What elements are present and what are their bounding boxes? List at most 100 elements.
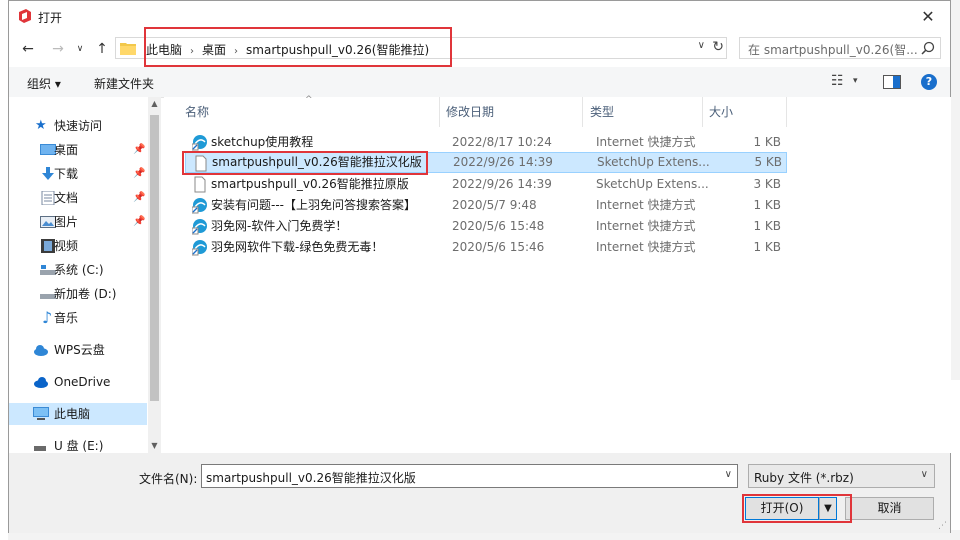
folder-icon [120, 43, 136, 55]
search-box[interactable]: 在 smartpushpull_v0.26(智... [739, 37, 941, 59]
pin-icon[interactable]: 📌 [133, 211, 145, 233]
forward-button[interactable]: → [47, 39, 69, 59]
sketchup-app-icon [19, 9, 31, 23]
refresh-icon[interactable]: ↻ [712, 39, 724, 55]
cancel-button[interactable]: 取消 [845, 497, 934, 520]
nav-item-wps-cloud[interactable]: WPS云盘 [9, 339, 147, 361]
file-date: 2022/8/17 10:24 [452, 135, 552, 149]
nav-item-this-pc[interactable]: 此电脑 [9, 403, 147, 425]
file-row[interactable]: sketchup使用教程 2022/8/17 10:24 Internet 快捷… [185, 132, 787, 153]
file-name: smartpushpull_v0.26智能推拉汉化版 [212, 155, 422, 169]
internet-shortcut-icon [192, 219, 207, 235]
dropdown-arrow-icon: ▼ [824, 503, 832, 514]
nav-item-usb-drive[interactable]: U 盘 (E:) [9, 435, 147, 453]
nav-item-documents[interactable]: 文档 📌 [9, 187, 147, 209]
recent-locations-button[interactable]: ∨ [69, 39, 91, 59]
column-divider[interactable] [439, 97, 440, 127]
navigation-scrollbar[interactable]: ▲ ▼ [148, 97, 161, 453]
open-options-button[interactable]: ▼ [819, 497, 837, 520]
nav-item-label: OneDrive [54, 375, 111, 389]
computer-icon [33, 407, 49, 420]
nav-item-music[interactable]: ♪ 音乐 [9, 307, 147, 329]
pin-icon[interactable]: 📌 [133, 163, 145, 185]
file-icon [194, 176, 206, 193]
file-date: 2022/9/26 14:39 [452, 177, 552, 191]
sort-ascending-icon: ^ [305, 95, 313, 105]
column-header-type[interactable]: 类型 [590, 97, 614, 127]
file-date: 2020/5/7 9:48 [452, 198, 537, 212]
nav-item-label: 视频 [54, 239, 79, 253]
file-size: 3 KB [753, 177, 781, 191]
search-icon [921, 41, 935, 55]
filename-value: smartpushpull_v0.26智能推拉汉化版 [206, 471, 416, 485]
scrollbar-thumb[interactable] [150, 115, 159, 401]
organize-button[interactable]: 组织 ▾ [27, 75, 61, 92]
title-bar: 打开 ✕ [9, 1, 950, 32]
pin-icon[interactable]: 📌 [133, 187, 145, 209]
new-folder-button[interactable]: 新建文件夹 [94, 75, 154, 92]
file-row[interactable]: 羽免网-软件入门免费学！ 2020/5/6 15:48 Internet 快捷方… [185, 216, 787, 237]
close-button[interactable]: ✕ [906, 1, 950, 32]
nav-item-label: 桌面 [54, 143, 79, 157]
breadcrumb-desktop[interactable]: 桌面 [202, 43, 226, 57]
breadcrumb-current-folder[interactable]: smartpushpull_v0.26(智能推拉) [246, 43, 429, 57]
up-button[interactable]: ↑ [91, 39, 113, 59]
window-title: 打开 [38, 11, 63, 25]
column-header-name[interactable]: 名称 [185, 97, 209, 127]
file-type: Internet 快捷方式 [596, 198, 696, 212]
filename-input[interactable]: smartpushpull_v0.26智能推拉汉化版 ∨ [201, 464, 738, 488]
nav-item-quick-access[interactable]: ★ 快速访问 [9, 115, 147, 137]
file-row[interactable]: 安装有问题---【上羽免问答搜索答案】 2020/5/7 9:48 Intern… [185, 195, 787, 216]
resize-grip-icon[interactable]: ⋰ [938, 521, 947, 531]
open-button[interactable]: 打开(O) [745, 497, 819, 520]
open-file-dialog: 打开 ✕ ← → ∨ ↑ 此电脑 › 桌面 › smartpushpull_v0.26(… [8, 0, 951, 533]
column-divider[interactable] [702, 97, 703, 127]
file-row[interactable]: smartpushpull_v0.26智能推拉原版 2022/9/26 14:3… [185, 174, 787, 195]
back-button[interactable]: ← [17, 39, 39, 59]
column-header-size[interactable]: 大小 [709, 97, 733, 127]
address-dropdown-icon[interactable]: ∨ [698, 40, 705, 51]
column-divider[interactable] [786, 97, 787, 127]
nav-item-downloads[interactable]: 下载 📌 [9, 163, 147, 185]
nav-item-pictures[interactable]: 图片 📌 [9, 211, 147, 233]
scroll-down-icon[interactable]: ▼ [148, 439, 161, 453]
nav-item-videos[interactable]: 视频 [9, 235, 147, 257]
address-bar[interactable]: 此电脑 › 桌面 › smartpushpull_v0.26(智能推拉) ∨ ↻ [115, 37, 727, 59]
nav-item-label: 图片 [54, 215, 79, 229]
chevron-down-icon[interactable]: ∨ [725, 469, 732, 480]
file-type: Internet 快捷方式 [596, 240, 696, 254]
file-date: 2022/9/26 14:39 [453, 155, 553, 169]
file-row-selected[interactable]: smartpushpull_v0.26智能推拉汉化版 2022/9/26 14:… [185, 152, 787, 173]
star-icon: ★ [35, 118, 47, 133]
column-header-date[interactable]: 修改日期 [446, 97, 494, 127]
scroll-up-icon[interactable]: ▲ [148, 97, 161, 111]
nav-item-label: 系统 (C:) [54, 263, 104, 277]
nav-item-desktop[interactable]: 桌面 📌 [9, 139, 147, 161]
internet-shortcut-icon [192, 240, 207, 256]
column-divider[interactable] [582, 97, 583, 127]
cloud-icon [34, 377, 48, 388]
file-row[interactable]: 羽免网软件下载-绿色免费无毒！ 2020/5/6 15:46 Internet … [185, 237, 787, 258]
pin-icon[interactable]: 📌 [133, 139, 145, 161]
preview-pane-icon[interactable] [883, 75, 901, 89]
file-type: SketchUp Extens... [596, 177, 708, 191]
filetype-select[interactable]: Ruby 文件 (*.rbz) ∨ [748, 464, 935, 488]
file-size: 5 KB [754, 155, 782, 169]
nav-item-label: U 盘 (E:) [54, 439, 104, 453]
filetype-value: Ruby 文件 (*.rbz) [754, 471, 854, 485]
arrow-up-icon: ↑ [96, 41, 108, 57]
nav-item-drive-c[interactable]: 系统 (C:) [9, 259, 147, 281]
nav-item-label: 文档 [54, 191, 79, 205]
nav-item-label: 音乐 [54, 311, 79, 325]
nav-item-drive-d[interactable]: 新加卷 (D:) [9, 283, 147, 305]
view-options-icon[interactable]: ☷ [831, 73, 844, 89]
file-date: 2020/5/6 15:48 [452, 219, 545, 233]
view-dropdown-icon[interactable]: ▾ [853, 76, 858, 86]
file-size: 1 KB [753, 219, 781, 233]
file-size: 1 KB [753, 198, 781, 212]
nav-item-onedrive[interactable]: OneDrive [9, 371, 147, 393]
help-icon[interactable]: ? [921, 74, 937, 90]
nav-item-label: 此电脑 [54, 407, 91, 421]
nav-item-label: 下载 [54, 167, 79, 181]
breadcrumb-this-pc[interactable]: 此电脑 [146, 43, 182, 57]
